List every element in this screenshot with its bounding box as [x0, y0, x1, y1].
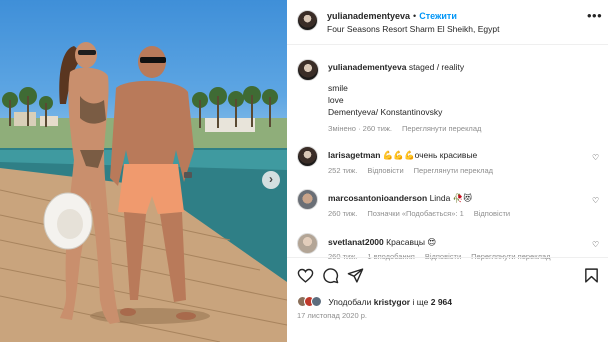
photo-illustration [0, 42, 287, 342]
comment-meta: 260 тиж. Позначки «Подобається»: 1 Відпові… [328, 209, 520, 218]
post-header: yulianadementyeva • Стежити Four Seasons R… [287, 0, 608, 45]
post-actions: Уподобали kristygor і ще 2 964 17 листоп… [287, 257, 608, 342]
likes-text: Уподобали kristygor і ще 2 964 [328, 297, 452, 307]
caption-username[interactable]: yulianadementyeva [328, 62, 406, 72]
likes-summary[interactable]: Уподобали kristygor і ще 2 964 [297, 296, 452, 310]
commenter-avatar[interactable] [297, 146, 318, 167]
comment-body: Красавцы 😍 [386, 237, 437, 247]
more-horizontal-icon[interactable]: ••• [587, 8, 602, 23]
commenter-avatar[interactable] [297, 233, 318, 254]
send-icon[interactable] [347, 267, 364, 284]
location-link[interactable]: Four Seasons Resort Sharm El Sheikh, Egy… [327, 24, 499, 34]
comment-age: 252 тиж. [328, 166, 358, 175]
caption-first-line: staged / reality [408, 62, 465, 72]
caption-age: 260 тиж. [362, 124, 392, 133]
next-photo-button[interactable]: › [262, 171, 280, 189]
post-photo[interactable]: › [0, 0, 287, 342]
commenter-avatar[interactable] [297, 189, 318, 210]
comment-username[interactable]: larisagetman [328, 150, 380, 160]
see-translation-link[interactable]: Переглянути переклад [402, 124, 481, 133]
comment-body: 💪💪💪очень красивые [382, 150, 478, 160]
likes-count[interactable]: 2 964 [431, 297, 452, 307]
caption-avatar[interactable] [297, 59, 319, 81]
heart-icon[interactable]: ♡ [592, 240, 599, 249]
comment: svetlanat2000 Красавцы 😍 [328, 237, 436, 248]
heart-icon[interactable]: ♡ [592, 153, 599, 162]
follow-button[interactable]: Стежити [419, 11, 457, 21]
bookmark-icon[interactable] [583, 267, 600, 284]
comment-username[interactable]: svetlanat2000 [328, 237, 384, 247]
comment-body: Linda 🥀😻 [429, 193, 473, 203]
likes-middle: і ще [412, 296, 429, 307]
caption-line: love [328, 95, 344, 105]
heart-icon[interactable] [297, 267, 314, 284]
comment-likes-link[interactable]: Позначки «Подобається»: 1 [367, 209, 463, 218]
chevron-right-icon: › [269, 172, 273, 186]
likes-prefix: Уподобали [328, 296, 372, 307]
caption-line: smile [328, 83, 348, 93]
author-username[interactable]: yulianadementyeva [327, 11, 410, 21]
post-date: 17 листопад 2020 р. [297, 311, 367, 320]
post-caption: yulianadementyeva staged / reality smile… [328, 61, 598, 118]
comment-username[interactable]: marcosantonioanderson [328, 193, 427, 203]
comment-meta: 252 тиж. Відповісти Переглянути переклад [328, 166, 503, 175]
heart-icon[interactable]: ♡ [592, 196, 599, 205]
see-translation-link[interactable]: Переглянути переклад [414, 166, 493, 175]
author-avatar[interactable] [297, 10, 318, 31]
comment: larisagetman 💪💪💪очень красивые [328, 150, 477, 161]
comment-age: 260 тиж. [328, 209, 358, 218]
author-line: yulianadementyeva • Стежити [327, 11, 457, 21]
comment-icon[interactable] [322, 267, 339, 284]
caption-meta: Змінено · 260 тиж. Переглянути переклад [328, 124, 482, 133]
liker-avatar [311, 296, 322, 308]
post-side-panel: yulianadementyeva • Стежити Four Seasons R… [287, 0, 608, 342]
reply-button[interactable]: Відповісти [474, 209, 510, 218]
caption-line: Dementyeva/ Konstantinovsky [328, 107, 443, 117]
reply-button[interactable]: Відповісти [367, 166, 403, 175]
comment: marcosantonioanderson Linda 🥀😻 [328, 193, 472, 204]
header-separator: • [413, 11, 417, 21]
liker-username[interactable]: kristygor [374, 297, 410, 307]
edited-label: Змінено [328, 124, 356, 133]
